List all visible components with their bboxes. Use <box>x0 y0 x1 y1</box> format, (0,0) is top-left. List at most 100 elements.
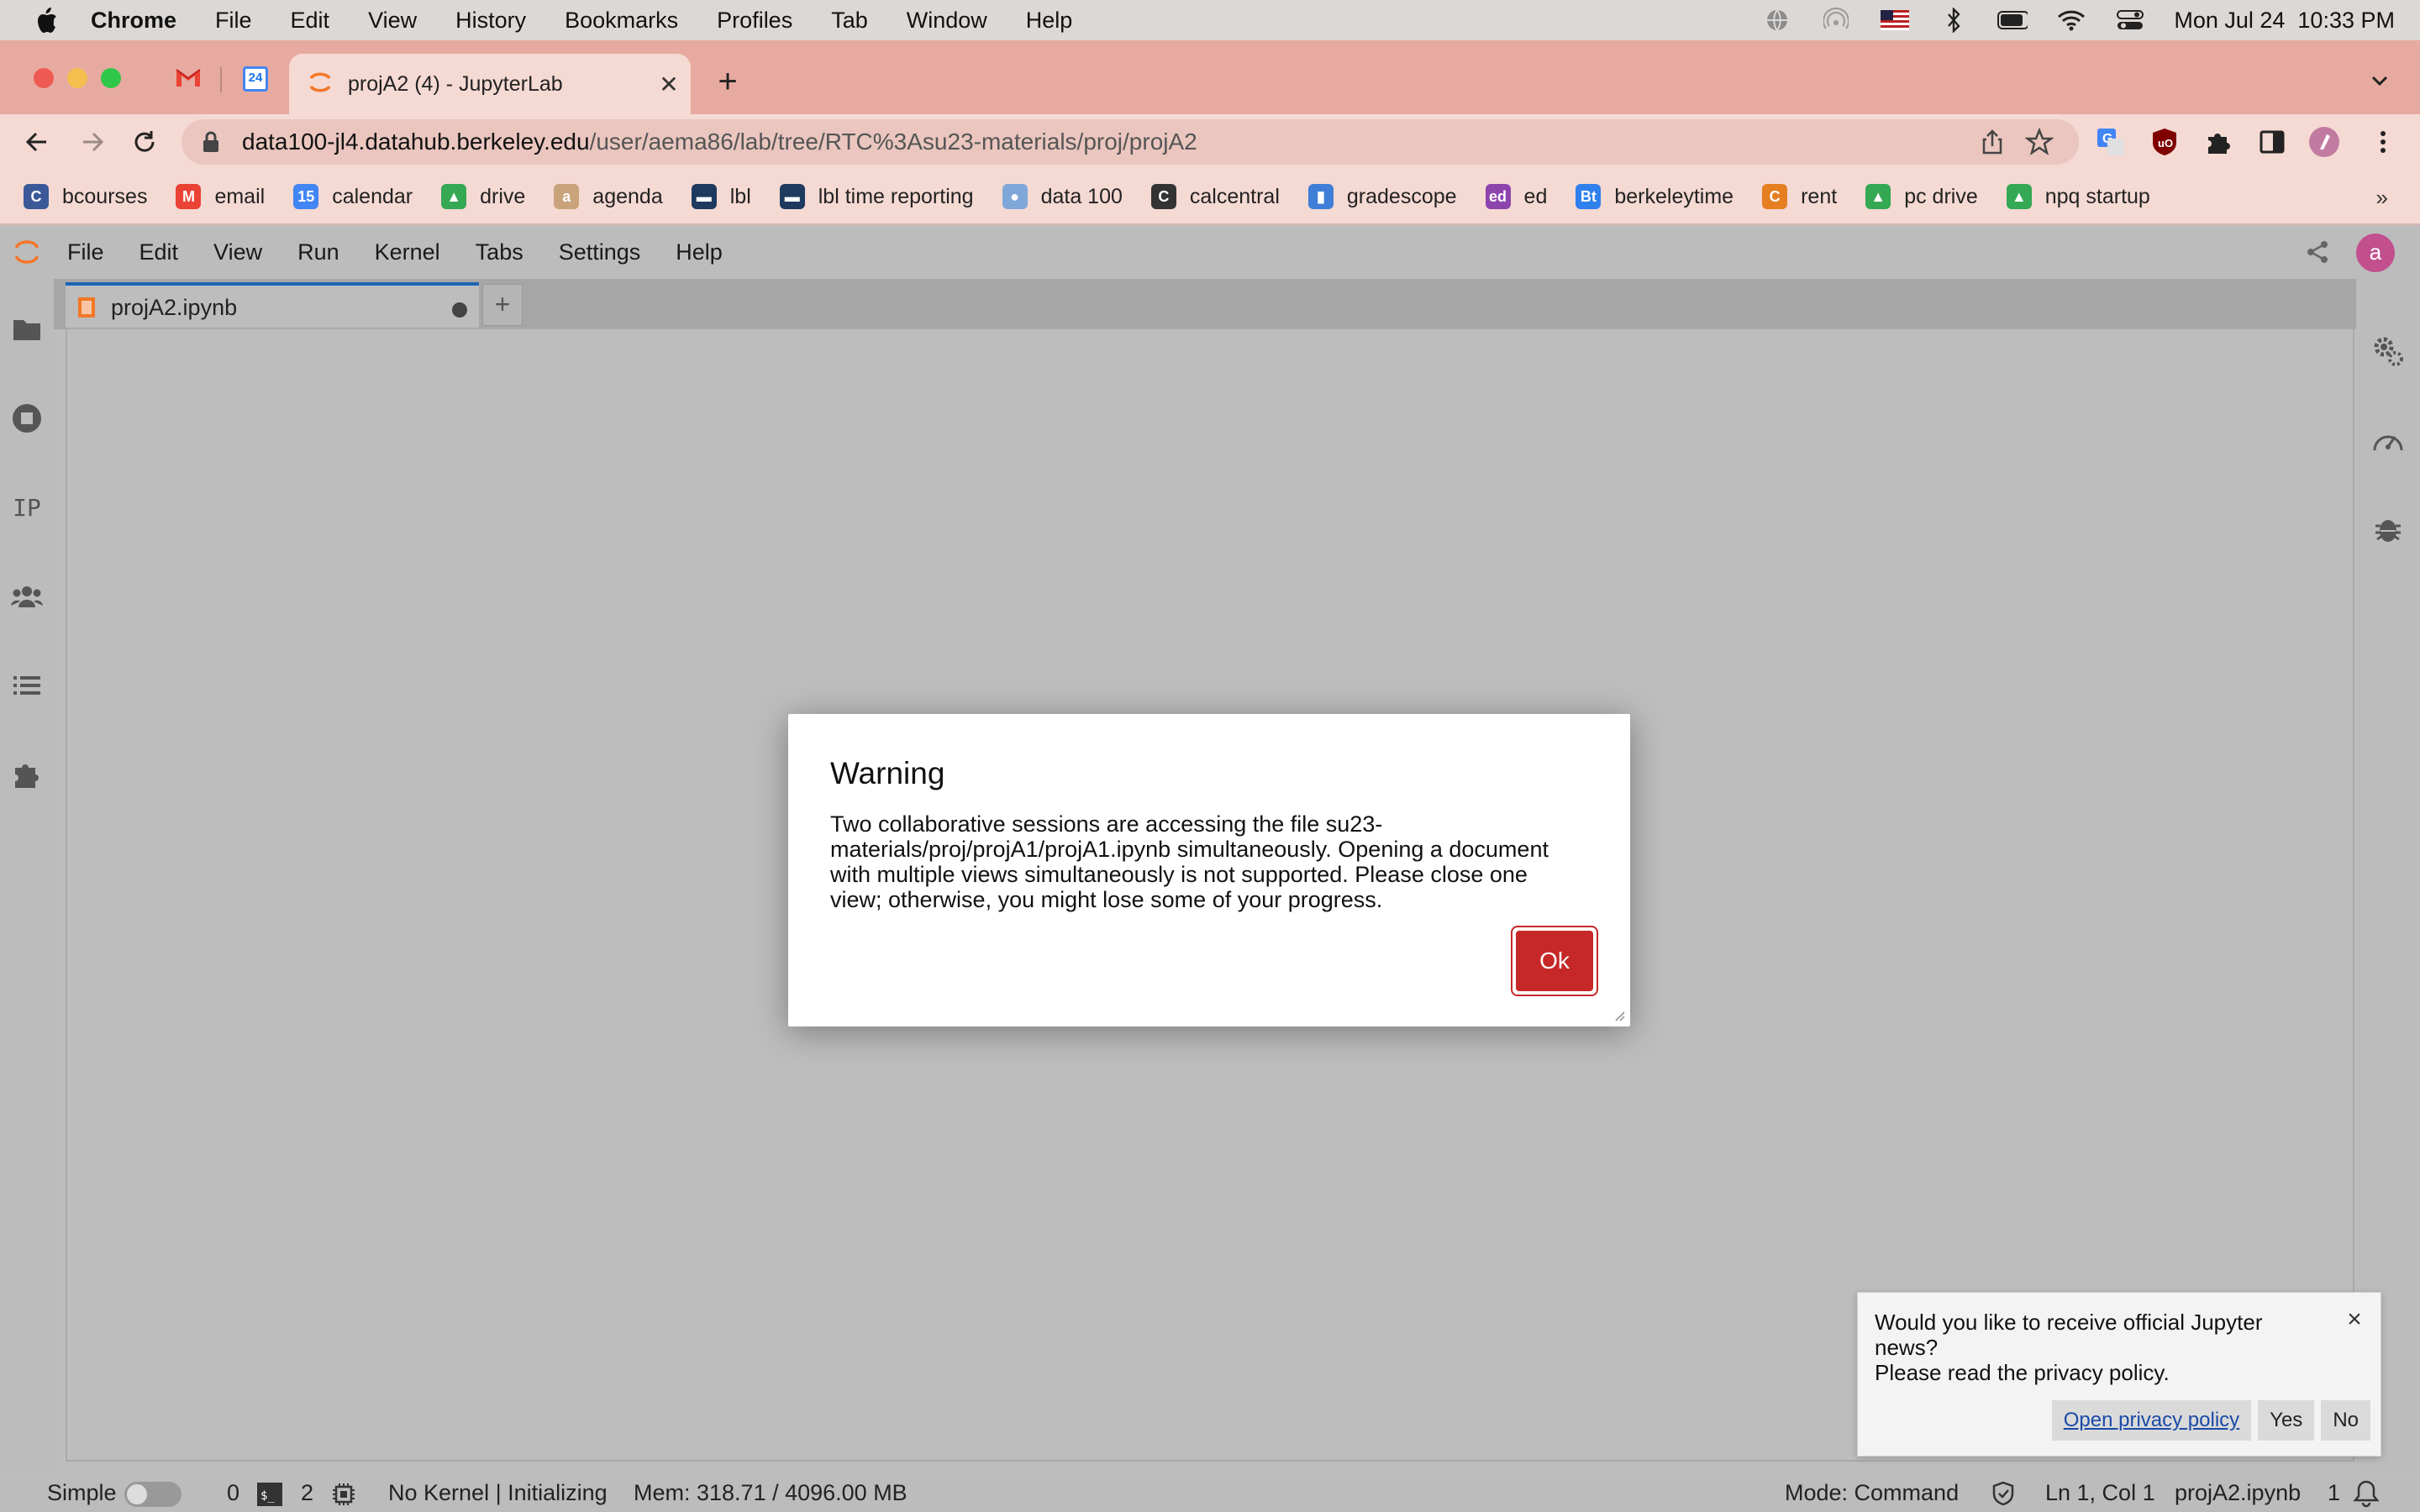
menu-view[interactable]: View <box>368 8 417 34</box>
bookmark-lbl-time-reporting[interactable]: ▬ lbl time reporting <box>779 184 974 209</box>
resize-handle-icon[interactable] <box>1613 1010 1625 1021</box>
menu-profiles[interactable]: Profiles <box>717 8 792 34</box>
close-tab-icon[interactable]: ✕ <box>654 71 684 98</box>
globe-icon[interactable] <box>1762 8 1792 32</box>
close-window-button[interactable] <box>34 68 54 88</box>
us-flag-icon[interactable] <box>1880 8 1910 32</box>
kernel-chip-icon <box>331 1482 356 1512</box>
open-privacy-policy-link[interactable]: Open privacy policy <box>2051 1400 2252 1441</box>
side-panel-icon[interactable] <box>2255 125 2289 159</box>
close-notification-icon[interactable]: × <box>2342 1307 2367 1333</box>
menu-help[interactable]: Help <box>1026 8 1073 34</box>
extensions-puzzle-icon[interactable] <box>2202 125 2235 159</box>
shield-check-icon[interactable] <box>1991 1481 2015 1512</box>
bluetooth-icon[interactable] <box>1939 8 1969 33</box>
add-tab-button[interactable]: + <box>482 284 523 326</box>
extensions-icon[interactable] <box>8 756 45 793</box>
google-translate-icon[interactable]: G <box>2094 125 2128 159</box>
cursor-position[interactable]: Ln 1, Col 1 <box>2045 1480 2155 1506</box>
jupyter-menu-file[interactable]: File <box>67 239 104 265</box>
zoom-window-button[interactable] <box>101 68 121 88</box>
jupyter-menu-tabs[interactable]: Tabs <box>476 239 523 265</box>
folder-icon[interactable] <box>8 311 45 348</box>
battery-icon[interactable] <box>1997 8 2028 32</box>
menu-window[interactable]: Window <box>907 8 987 34</box>
bookmark-gradescope[interactable]: ▮ gradescope <box>1307 184 1457 209</box>
jupyter-menu-run[interactable]: Run <box>297 239 339 265</box>
kernel-status[interactable]: No Kernel | Initializing <box>388 1480 608 1506</box>
jupyter-menu-help[interactable]: Help <box>676 239 723 265</box>
chrome-toolbar: data100-jl4.datahub.berkeley.edu/user/ae… <box>0 114 2420 170</box>
tab-jupyterlab-active[interactable]: projA2 (4) - JupyterLab ✕ <box>289 54 691 114</box>
bookmark-drive[interactable]: ▲ drive <box>441 184 525 209</box>
resource-usage-gauge-icon[interactable] <box>2370 422 2407 459</box>
bookmark-npq-startup[interactable]: ▲ npq startup <box>2006 184 2150 209</box>
bookmark-bcourses[interactable]: Cbcourses <box>24 184 147 209</box>
jupyter-menu-bar: File Edit View Run Kernel Tabs Settings … <box>0 225 2420 279</box>
running-sessions-icon[interactable] <box>8 400 45 437</box>
bookmark-pc-drive[interactable]: ▲ pc drive <box>1865 184 1978 209</box>
table-of-contents-icon[interactable] <box>8 667 45 704</box>
ok-button[interactable]: Ok <box>1516 931 1593 991</box>
airdrop-icon[interactable] <box>1821 8 1851 32</box>
menu-file[interactable]: File <box>215 8 252 34</box>
bookmark-data-100[interactable]: ● data 100 <box>1002 184 1123 209</box>
reload-icon[interactable] <box>128 125 161 159</box>
control-center-icon[interactable] <box>2115 8 2145 32</box>
menu-bookmarks[interactable]: Bookmarks <box>565 8 678 34</box>
ublock-origin-icon[interactable]: uO <box>2148 125 2181 159</box>
bookmark-calcentral[interactable]: Ccalcentral <box>1150 184 1280 209</box>
calendar-date-badge: 24 <box>248 71 263 85</box>
debugger-bug-icon[interactable] <box>2370 511 2407 548</box>
bookmark-berkeleytime[interactable]: Bt berkeleytime <box>1576 184 1733 209</box>
address-bar[interactable]: data100-jl4.datahub.berkeley.edu/user/ae… <box>182 119 2079 165</box>
clock[interactable]: Mon Jul 24 10:33 PM <box>2174 8 2395 34</box>
menu-edit[interactable]: Edit <box>291 8 330 34</box>
bookmark-agenda[interactable]: a agenda <box>554 184 663 209</box>
bookmark-email[interactable]: Memail <box>176 184 265 209</box>
bookmark-rent[interactable]: Crent <box>1762 184 1837 209</box>
no-button[interactable]: No <box>2321 1400 2370 1441</box>
tab-search-chevron-icon[interactable] <box>2366 67 2393 94</box>
wifi-icon[interactable] <box>2056 8 2086 32</box>
back-arrow-icon[interactable] <box>20 125 54 159</box>
chrome-menu-icon[interactable] <box>2366 125 2400 159</box>
simple-mode-toggle[interactable] <box>124 1482 182 1507</box>
minimize-window-button[interactable] <box>67 68 87 88</box>
left-sidebar: IP <box>0 279 54 1472</box>
jupyter-menu-view[interactable]: View <box>213 239 262 265</box>
notification-count[interactable]: 1 <box>2328 1480 2340 1506</box>
jupyter-menu-settings[interactable]: Settings <box>559 239 641 265</box>
terminal-count[interactable]: 0 <box>227 1480 239 1506</box>
bookmark-calendar[interactable]: 15 calendar <box>293 184 413 209</box>
profile-avatar[interactable] <box>2307 125 2341 159</box>
forward-arrow-icon[interactable] <box>76 125 109 159</box>
kernel-count[interactable]: 2 <box>301 1480 313 1506</box>
unsaved-changes-dot-icon[interactable] <box>452 302 467 318</box>
tab-notebook-proja2[interactable]: projA2.ipynb <box>66 282 479 329</box>
user-avatar[interactable]: a <box>2356 234 2395 272</box>
ed-icon: ed <box>1485 184 1511 209</box>
bookmarks-overflow-icon[interactable]: » <box>2376 185 2388 211</box>
property-settings-gears-icon[interactable] <box>2370 333 2407 370</box>
bell-icon[interactable] <box>2353 1479 2380 1512</box>
bookmark-star-icon[interactable] <box>2024 127 2054 156</box>
bookmark-ed[interactable]: ed ed <box>1485 184 1547 209</box>
jupyter-menu-edit[interactable]: Edit <box>139 239 179 265</box>
yes-button[interactable]: Yes <box>2258 1400 2315 1441</box>
agenda-icon: a <box>554 184 580 209</box>
new-tab-button[interactable]: + <box>711 65 744 99</box>
bookmark-lbl[interactable]: ▬ lbl <box>691 184 751 209</box>
share-icon[interactable] <box>1978 128 2007 156</box>
pinned-tab-calendar[interactable]: 24 <box>237 60 274 97</box>
menu-tab[interactable]: Tab <box>831 8 868 34</box>
property-inspector-icon[interactable]: IP <box>8 489 45 526</box>
pinned-tab-gmail[interactable] <box>170 60 207 97</box>
collaborators-icon[interactable] <box>8 578 45 615</box>
jupyter-menu-kernel[interactable]: Kernel <box>375 239 440 265</box>
menu-history[interactable]: History <box>455 8 526 34</box>
lock-icon[interactable] <box>202 129 222 155</box>
share-icon[interactable] <box>2304 239 2331 265</box>
apple-icon[interactable] <box>34 6 71 34</box>
menu-app-chrome[interactable]: Chrome <box>91 8 176 34</box>
